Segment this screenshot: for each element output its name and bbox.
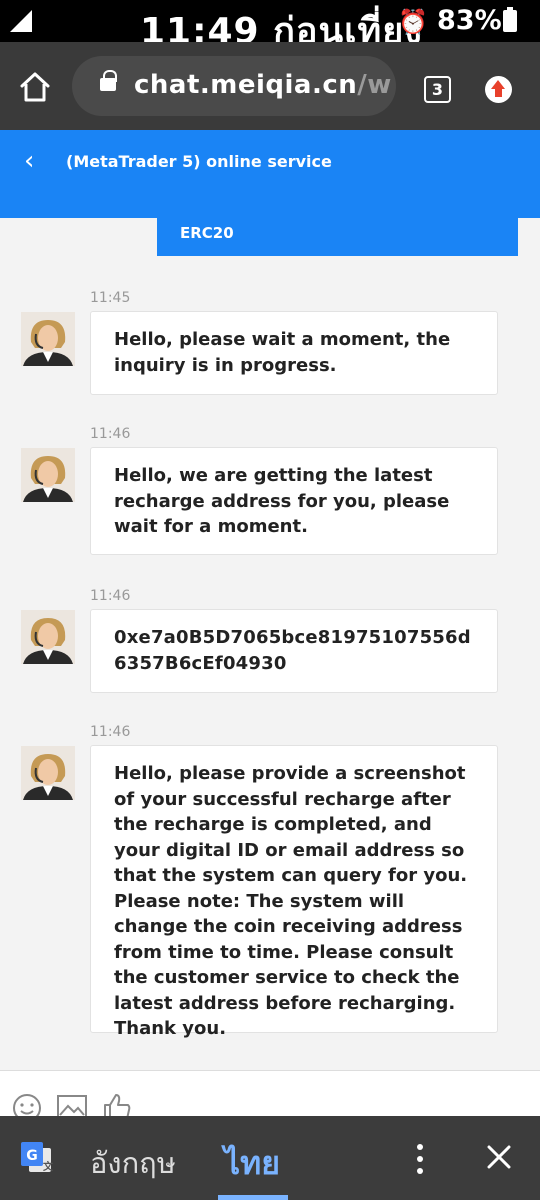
chat-messages: 11:45 Hello, please wait a moment, the i… (0, 218, 540, 1070)
back-button[interactable]: ‹ (24, 148, 34, 174)
agent-avatar (21, 312, 75, 366)
browser-toolbar: chat.meiqia.cn/w 3 (0, 42, 540, 130)
agent-avatar (21, 746, 75, 800)
lock-icon (100, 70, 117, 91)
input-toolbar (0, 1070, 540, 1119)
close-icon[interactable] (484, 1142, 514, 1172)
signal-icon (10, 10, 32, 32)
message-time: 11:46 (90, 588, 131, 604)
message-bubble: Hello, please provide a screenshot of yo… (90, 745, 498, 1039)
message-time: 11:46 (90, 426, 131, 442)
target-language-tab[interactable]: ไทย (224, 1138, 280, 1189)
pinned-card[interactable]: ERC20 (157, 218, 518, 256)
source-language-tab[interactable]: อังกฤษ (90, 1140, 176, 1186)
tab-switcher-button[interactable]: 3 (424, 76, 451, 103)
home-icon[interactable] (18, 70, 52, 104)
agent-avatar (21, 610, 75, 664)
active-tab-indicator (218, 1195, 288, 1200)
message-bubble: Hello, please wait a moment, the inquiry… (90, 311, 498, 395)
more-options-icon[interactable] (411, 1144, 429, 1174)
update-icon[interactable] (485, 76, 512, 103)
translate-bar: G 文 อังกฤษ ไทย (0, 1116, 540, 1200)
message-bubble: Hello, we are getting the latest recharg… (90, 447, 498, 555)
address-bar[interactable]: chat.meiqia.cn/w (72, 56, 396, 116)
svg-text:文: 文 (43, 1160, 53, 1173)
svg-text:G: G (26, 1148, 38, 1164)
google-translate-icon: G 文 (21, 1142, 53, 1173)
alarm-icon: ⏰ (398, 8, 428, 36)
chat-header: ‹ (MetaTrader 5) online service (0, 130, 540, 218)
status-bar: 11:49 ก่อนเที่ยง ⏰ 83% (0, 0, 540, 52)
message-time: 11:46 (90, 724, 131, 740)
url-text: chat.meiqia.cn/w (134, 70, 392, 100)
battery-icon (503, 7, 517, 32)
message-time: 11:45 (90, 290, 131, 306)
battery-percent: 83% (437, 5, 502, 36)
message-bubble: 0xe7a0B5D7065bce81975107556d6357B6cEf049… (90, 609, 498, 693)
agent-avatar (21, 448, 75, 502)
chat-title: (MetaTrader 5) online service (66, 152, 332, 171)
